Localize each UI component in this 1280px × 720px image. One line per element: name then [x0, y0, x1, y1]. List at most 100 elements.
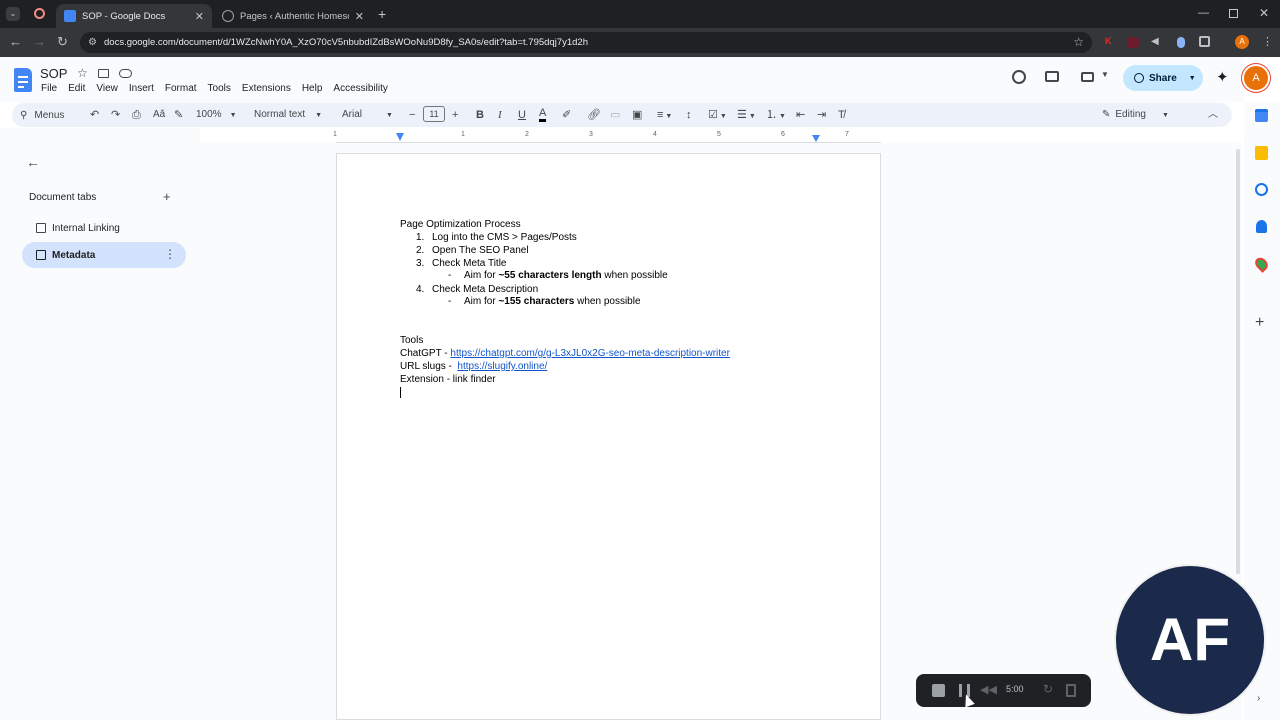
- menu-format[interactable]: Format: [165, 83, 197, 94]
- version-history-icon[interactable]: [1012, 70, 1026, 84]
- menu-extensions[interactable]: Extensions: [242, 83, 291, 94]
- show-side-panel-icon[interactable]: ›: [1257, 693, 1260, 704]
- menu-insert[interactable]: Insert: [129, 83, 154, 94]
- extension-speaker-icon[interactable]: ◀: [1151, 36, 1159, 47]
- extension-pin-icon[interactable]: [1177, 37, 1185, 48]
- browser-tab-sop[interactable]: SOP - Google Docs ✕: [56, 4, 212, 28]
- font-size-input[interactable]: 11: [423, 106, 445, 122]
- line-spacing-icon[interactable]: ↕: [686, 107, 692, 123]
- restart-icon[interactable]: ↻: [1043, 682, 1053, 696]
- docs-header: SOP ☆ File Edit View Insert Format Tools Exten…: [0, 57, 1268, 103]
- italic-icon[interactable]: I: [498, 107, 502, 123]
- increase-font-size-icon[interactable]: +: [452, 107, 458, 123]
- new-tab-plus-icon[interactable]: +: [378, 6, 386, 22]
- menu-file[interactable]: File: [41, 83, 57, 94]
- menu-edit[interactable]: Edit: [68, 83, 85, 94]
- extensions-puzzle-icon[interactable]: [1199, 36, 1210, 47]
- extension-bug-icon[interactable]: [1127, 37, 1139, 48]
- left-indent-marker[interactable]: [396, 133, 404, 141]
- browser-tab-pages[interactable]: Pages ‹ Authentic Homescapes ✕: [214, 4, 372, 28]
- search-menus-button[interactable]: ⚲ Menus: [20, 107, 78, 124]
- cloud-saved-icon[interactable]: [119, 69, 132, 78]
- forward-icon[interactable]: →: [33, 35, 46, 49]
- stop-recording-icon[interactable]: [932, 684, 945, 697]
- share-chevron-down-icon[interactable]: ▼: [1189, 75, 1196, 82]
- meet-video-icon[interactable]: [1081, 72, 1094, 82]
- spellcheck-icon[interactable]: Aǎ: [153, 107, 165, 123]
- zoom-select[interactable]: 100% ▼: [196, 107, 237, 124]
- print-icon[interactable]: ⎙: [132, 107, 141, 123]
- underline-icon[interactable]: U: [518, 107, 526, 123]
- back-icon[interactable]: ←: [9, 35, 22, 49]
- get-addons-plus-icon[interactable]: +: [1255, 314, 1264, 332]
- redo-icon[interactable]: ↷: [111, 107, 120, 123]
- docs-logo-icon[interactable]: [14, 68, 32, 92]
- insert-image-icon[interactable]: ▣: [632, 107, 642, 123]
- site-info-icon[interactable]: ⚙: [88, 32, 97, 53]
- decrease-indent-icon[interactable]: ⇤: [796, 107, 805, 123]
- chevron-down-icon: ▼: [1161, 112, 1169, 119]
- star-icon[interactable]: ☆: [77, 66, 88, 80]
- profile-avatar[interactable]: A: [1235, 35, 1249, 49]
- keep-icon[interactable]: [1255, 146, 1268, 160]
- horizontal-ruler[interactable]: 1 1 2 3 4 5 6 7: [333, 130, 881, 143]
- tasks-icon[interactable]: [1255, 183, 1268, 196]
- minimize-window-icon[interactable]: —: [1198, 7, 1209, 19]
- contacts-icon[interactable]: [1256, 220, 1267, 233]
- menu-view[interactable]: View: [96, 83, 118, 94]
- clear-formatting-icon[interactable]: T̸: [838, 107, 845, 123]
- add-comment-icon[interactable]: ▭: [610, 107, 620, 123]
- share-button[interactable]: Share ▼: [1123, 65, 1203, 91]
- maps-icon[interactable]: [1252, 255, 1271, 273]
- browser-menu-icon[interactable]: ⋮: [1262, 35, 1273, 48]
- undo-icon[interactable]: ↶: [90, 107, 99, 123]
- back-arrow-icon[interactable]: ←: [26, 154, 40, 170]
- document-title[interactable]: SOP: [40, 66, 67, 81]
- calendar-icon[interactable]: [1255, 109, 1268, 122]
- align-icon[interactable]: ≡ ▼: [657, 107, 672, 125]
- decrease-font-size-icon[interactable]: −: [409, 107, 415, 123]
- menu-tools[interactable]: Tools: [208, 83, 231, 94]
- font-select[interactable]: Arial ▼: [342, 107, 393, 124]
- extension-k-icon[interactable]: K: [1105, 36, 1115, 48]
- numbered-list-icon[interactable]: ⒈ ▼: [766, 107, 786, 125]
- bookmark-star-icon[interactable]: ☆: [1073, 32, 1084, 53]
- style-select[interactable]: Normal text ▼: [254, 107, 322, 124]
- delete-trash-icon[interactable]: [1066, 684, 1076, 697]
- meet-chevron-down-icon[interactable]: ▼: [1101, 70, 1109, 79]
- more-options-icon[interactable]: ⋮: [164, 247, 176, 261]
- editing-mode-select[interactable]: ✎ Editing ▼: [1102, 107, 1169, 124]
- increase-indent-icon[interactable]: ⇥: [817, 107, 826, 123]
- checklist-icon[interactable]: ☑ ▼: [708, 107, 727, 125]
- rewind-icon[interactable]: ◀◀: [980, 683, 997, 696]
- menu-help[interactable]: Help: [302, 83, 323, 94]
- bulleted-list-icon[interactable]: ☰ ▼: [737, 107, 756, 125]
- collapse-menus-icon[interactable]: ︿: [1208, 107, 1218, 123]
- paint-format-icon[interactable]: ✎: [174, 107, 183, 123]
- insert-link-icon[interactable]: 🔗︎: [587, 107, 601, 123]
- ruler-tick-label: 1: [333, 131, 337, 138]
- zoom-value: 100%: [196, 109, 222, 120]
- reload-icon[interactable]: ↻: [57, 35, 68, 49]
- add-tab-plus-icon[interactable]: +: [163, 189, 171, 204]
- address-bar[interactable]: ⚙ docs.google.com/document/d/1WZcNwhY0A_…: [80, 32, 1092, 53]
- highlight-color-icon[interactable]: ✐: [562, 107, 571, 123]
- sidebar-item-internal-linking[interactable]: Internal Linking: [22, 215, 186, 241]
- restore-window-icon[interactable]: [1229, 9, 1238, 18]
- gemini-spark-icon[interactable]: ✦: [1216, 68, 1229, 86]
- account-avatar[interactable]: A: [1244, 66, 1268, 90]
- menu-accessibility[interactable]: Accessibility: [333, 83, 387, 94]
- close-tab-icon[interactable]: ✕: [355, 10, 364, 23]
- text-color-icon[interactable]: A: [539, 107, 547, 122]
- slugify-link[interactable]: https://slugify.online/: [457, 361, 547, 372]
- sidebar-item-metadata[interactable]: Metadata ⋮: [22, 242, 186, 268]
- tab-list-chevron-icon[interactable]: ⌄: [6, 7, 20, 21]
- right-indent-marker[interactable]: [812, 135, 820, 142]
- close-window-icon[interactable]: ✕: [1259, 6, 1269, 20]
- chatgpt-link[interactable]: https://chatgpt.com/g/g-L3xJL0x2G-seo-me…: [450, 348, 730, 359]
- move-folder-icon[interactable]: [98, 69, 109, 78]
- scrollbar-thumb[interactable]: [1236, 149, 1240, 574]
- comments-icon[interactable]: [1045, 71, 1059, 82]
- bold-icon[interactable]: B: [476, 107, 484, 123]
- close-tab-icon[interactable]: ✕: [195, 10, 204, 23]
